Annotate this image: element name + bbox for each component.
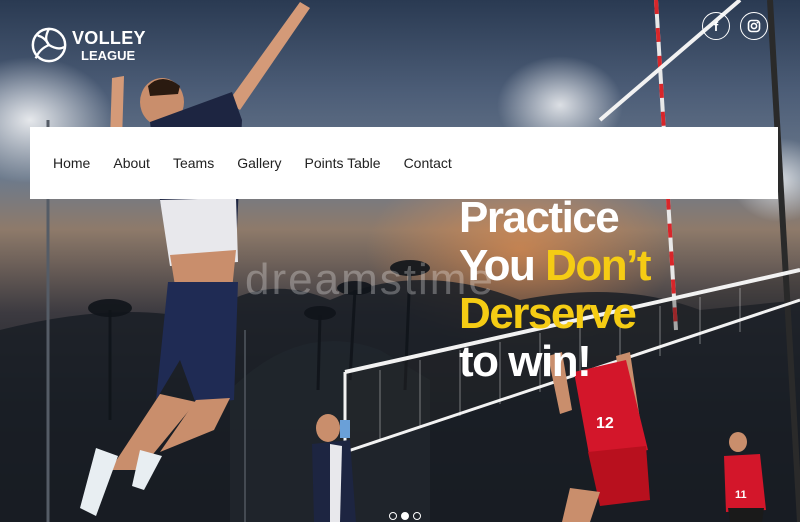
headline-line-2-white: You <box>459 241 536 290</box>
social-links: f <box>702 12 768 40</box>
main-navbar: Home About Teams Gallery Points Table Co… <box>30 127 778 199</box>
nav-item-gallery[interactable]: Gallery <box>237 155 281 171</box>
headline-line-4: to win! <box>459 337 592 386</box>
nav-item-points-table[interactable]: Points Table <box>305 155 381 171</box>
nav-item-home[interactable]: Home <box>53 155 90 171</box>
headline-line-2: You Don’t <box>459 241 651 290</box>
brand-name: VOLLEY LEAGUE <box>72 29 146 62</box>
nav-item-contact[interactable]: Contact <box>404 155 452 171</box>
headline-line-3: Derserve <box>459 289 637 338</box>
facebook-icon[interactable]: f <box>702 12 730 40</box>
slider-dot-2[interactable] <box>401 512 409 520</box>
brand-line-1: VOLLEY <box>72 27 146 48</box>
volleyball-icon <box>31 27 67 63</box>
slider-dot-3[interactable] <box>413 512 421 520</box>
instagram-glyph <box>747 19 761 33</box>
headline-line-2-yellow: Don’t <box>545 241 651 290</box>
hero-banner: 12 11 dreamstime <box>0 0 800 522</box>
slider-pagination <box>389 512 421 520</box>
instagram-icon[interactable] <box>740 12 768 40</box>
nav-item-about[interactable]: About <box>113 155 150 171</box>
nav-item-teams[interactable]: Teams <box>173 155 214 171</box>
brand-logo-link[interactable]: VOLLEY LEAGUE <box>30 26 146 64</box>
brand-line-2: LEAGUE <box>81 47 136 63</box>
hero-headline: Practice You Don’t Derserve to win! <box>459 194 651 386</box>
watermark-text: dreamstime <box>245 255 495 304</box>
headline-line-1: Practice <box>459 193 620 242</box>
svg-text:12: 12 <box>596 415 614 432</box>
svg-text:11: 11 <box>735 489 747 501</box>
slider-dot-1[interactable] <box>389 512 397 520</box>
nav-menu: Home About Teams Gallery Points Table Co… <box>53 155 475 171</box>
